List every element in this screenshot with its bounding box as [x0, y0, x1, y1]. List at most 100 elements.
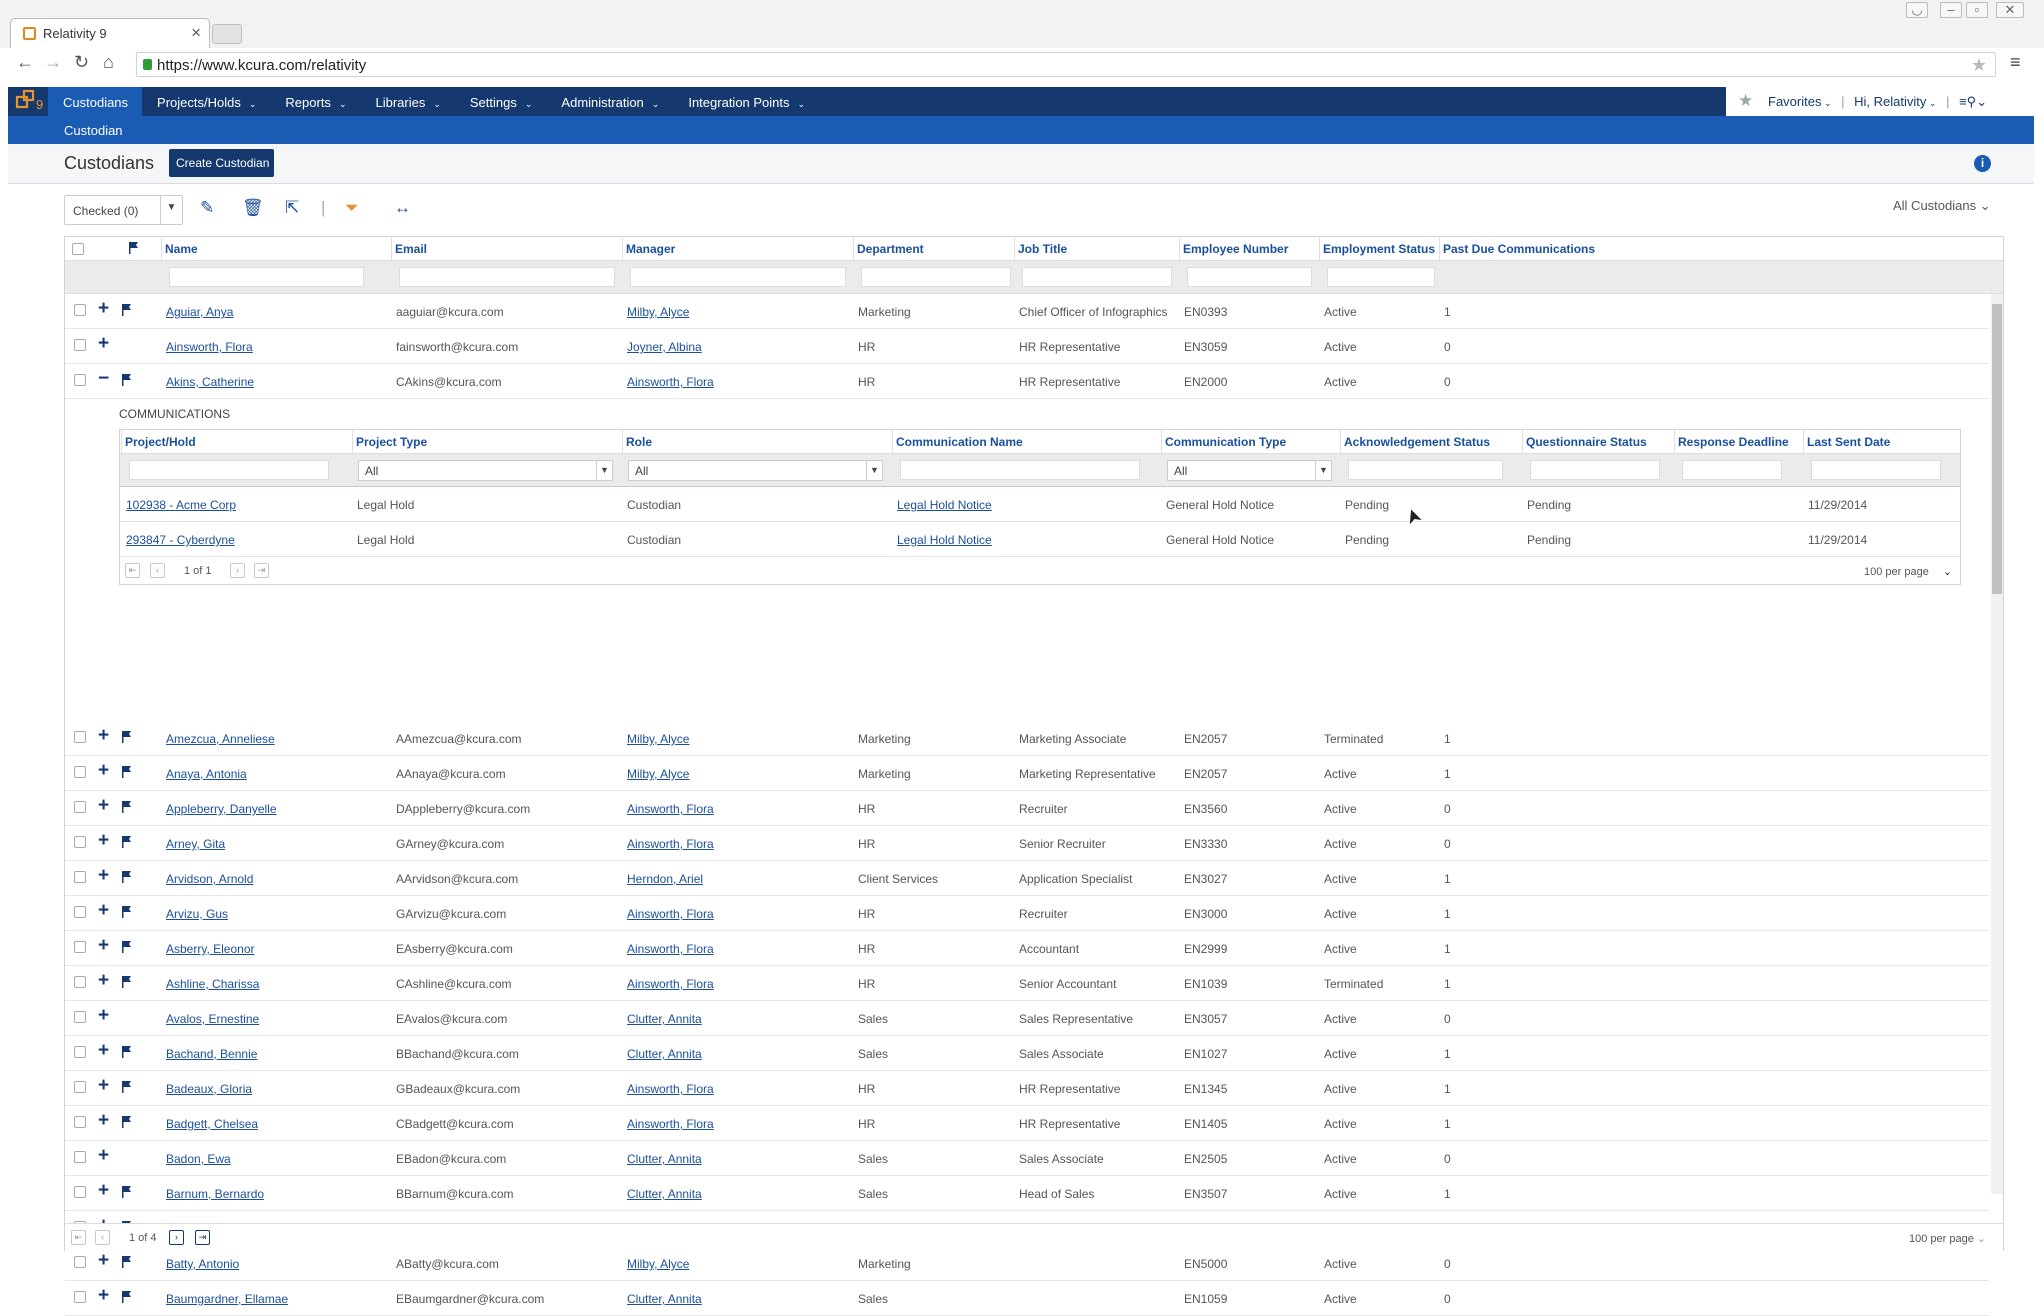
manager-link[interactable]: Milby, Alyce — [627, 732, 689, 746]
expand-row-icon[interactable]: + — [98, 795, 109, 817]
custodian-name-link[interactable]: Avalos, Ernestine — [166, 1012, 259, 1026]
new-tab-button[interactable] — [212, 24, 242, 44]
quick-nav-icon[interactable]: ≡⚲⌄ — [1959, 94, 1987, 109]
expand-row-icon[interactable]: + — [98, 900, 109, 922]
expand-row-icon[interactable]: + — [98, 1075, 109, 1097]
expand-row-icon[interactable]: + — [98, 1110, 109, 1132]
nav-item-custodians[interactable]: Custodians — [48, 87, 143, 116]
manager-link[interactable]: Ainsworth, Flora — [627, 802, 714, 816]
forward-icon[interactable]: → — [44, 52, 62, 73]
comm-column-header-communication-type[interactable]: Communication Type — [1165, 435, 1286, 449]
row-checkbox[interactable] — [74, 1256, 86, 1268]
row-checkbox[interactable] — [74, 1291, 86, 1303]
expand-row-icon[interactable]: + — [98, 1005, 109, 1027]
export-icon[interactable]: ⇱ — [285, 198, 299, 218]
custodian-name-link[interactable]: Aguiar, Anya — [166, 305, 233, 319]
last-page-icon[interactable]: ⇥ — [195, 1230, 210, 1245]
manager-link[interactable]: Clutter, Annita — [627, 1187, 702, 1201]
first-page-icon[interactable]: ⇤ — [71, 1230, 86, 1245]
close-window-icon[interactable]: ✕ — [1996, 2, 2024, 18]
row-checkbox[interactable] — [74, 766, 86, 778]
expand-row-icon[interactable]: + — [98, 865, 109, 887]
flag-icon[interactable] — [122, 766, 132, 778]
row-checkbox[interactable] — [74, 1081, 86, 1093]
comm-filter-input[interactable] — [1530, 460, 1660, 480]
comm-column-header-questionnaire-status[interactable]: Questionnaire Status — [1526, 435, 1647, 449]
expand-row-icon[interactable]: + — [98, 1250, 109, 1272]
custodian-name-link[interactable]: Arvizu, Gus — [166, 907, 228, 921]
column-filter-input[interactable] — [630, 267, 846, 287]
communication-name-link[interactable]: Legal Hold Notice — [897, 498, 992, 512]
row-checkbox[interactable] — [74, 1151, 86, 1163]
row-checkbox[interactable] — [74, 801, 86, 813]
home-icon[interactable]: ⌂ — [103, 52, 114, 73]
info-icon[interactable]: i — [1974, 155, 1991, 172]
comm-column-header-communication-name[interactable]: Communication Name — [896, 435, 1023, 449]
custodian-name-link[interactable]: Appleberry, Danyelle — [166, 802, 277, 816]
expand-row-icon[interactable]: + — [98, 760, 109, 782]
comm-filter-input[interactable] — [1682, 460, 1782, 480]
minimize-icon[interactable]: – — [1940, 2, 1962, 18]
row-checkbox[interactable] — [74, 374, 86, 386]
column-filter-input[interactable] — [1022, 267, 1172, 287]
filter-icon[interactable]: ⏷ — [345, 198, 359, 218]
column-header-name[interactable]: Name — [165, 242, 198, 256]
project-hold-link[interactable]: 102938 - Acme Corp — [126, 498, 236, 512]
flag-icon[interactable] — [122, 976, 132, 988]
column-header-manager[interactable]: Manager — [626, 242, 675, 256]
comm-column-header-role[interactable]: Role — [626, 435, 652, 449]
grid-scrollbar[interactable] — [1991, 294, 2003, 1194]
expand-row-icon[interactable]: + — [98, 970, 109, 992]
row-checkbox[interactable] — [74, 1011, 86, 1023]
flag-icon[interactable] — [122, 871, 132, 883]
row-checkbox[interactable] — [74, 836, 86, 848]
view-select[interactable]: All Custodians ⌄ — [1893, 198, 1991, 214]
nav-item-libraries[interactable]: Libraries ⌄ — [360, 87, 454, 116]
row-checkbox[interactable] — [74, 1046, 86, 1058]
row-checkbox[interactable] — [74, 731, 86, 743]
row-checkbox[interactable] — [74, 1116, 86, 1128]
manager-link[interactable]: Joyner, Albina — [627, 340, 702, 354]
flag-icon[interactable] — [122, 374, 132, 386]
next-page-icon[interactable]: › — [169, 1230, 184, 1245]
expand-width-icon[interactable]: ↔ — [394, 198, 411, 218]
manager-link[interactable]: Clutter, Annita — [627, 1292, 702, 1306]
profile-icon[interactable]: ◡ — [1906, 2, 1928, 18]
nav-item-reports[interactable]: Reports ⌄ — [270, 87, 360, 116]
comm-filter-select[interactable]: All ▼ — [628, 460, 883, 481]
back-icon[interactable]: ← — [16, 52, 34, 73]
custodian-name-link[interactable]: Baumgardner, Ellamae — [166, 1292, 288, 1306]
flag-icon[interactable] — [122, 941, 132, 953]
custodian-name-link[interactable]: Ashline, Charissa — [166, 977, 259, 991]
next-page-icon[interactable]: › — [230, 563, 245, 578]
comm-filter-input[interactable] — [1348, 460, 1503, 480]
comm-column-header-project-hold[interactable]: Project/Hold — [125, 435, 196, 449]
custodian-name-link[interactable]: Asberry, Eleonor — [166, 942, 254, 956]
custodian-name-link[interactable]: Badgett, Chelsea — [166, 1117, 258, 1131]
collapse-row-icon[interactable]: − — [98, 368, 109, 390]
expand-row-icon[interactable]: + — [98, 830, 109, 852]
custodian-name-link[interactable]: Badeaux, Gloria — [166, 1082, 252, 1096]
row-checkbox[interactable] — [74, 941, 86, 953]
manager-link[interactable]: Clutter, Annita — [627, 1047, 702, 1061]
column-header-department[interactable]: Department — [857, 242, 924, 256]
favorites-star-icon[interactable]: ★ — [1738, 91, 1753, 111]
comm-filter-input[interactable] — [129, 460, 329, 480]
flag-icon[interactable] — [122, 731, 132, 743]
last-page-icon[interactable]: ⇥ — [254, 563, 269, 578]
column-header-email[interactable]: Email — [395, 242, 427, 256]
custodian-name-link[interactable]: Barnum, Bernardo — [166, 1187, 264, 1201]
row-checkbox[interactable] — [74, 871, 86, 883]
custodian-name-link[interactable]: Akins, Catherine — [166, 375, 254, 389]
column-header-job-title[interactable]: Job Title — [1018, 242, 1067, 256]
comm-column-header-response-deadline[interactable]: Response Deadline — [1678, 435, 1789, 449]
communication-name-link[interactable]: Legal Hold Notice — [897, 533, 992, 547]
row-checkbox[interactable] — [74, 906, 86, 918]
scrollbar-thumb[interactable] — [1992, 304, 2002, 594]
row-checkbox[interactable] — [74, 976, 86, 988]
manager-link[interactable]: Ainsworth, Flora — [627, 942, 714, 956]
column-filter-input[interactable] — [399, 267, 615, 287]
column-header-past-due-communications[interactable]: Past Due Communications — [1443, 242, 1595, 256]
flag-icon[interactable] — [122, 1186, 132, 1198]
column-filter-input[interactable] — [1187, 267, 1312, 287]
